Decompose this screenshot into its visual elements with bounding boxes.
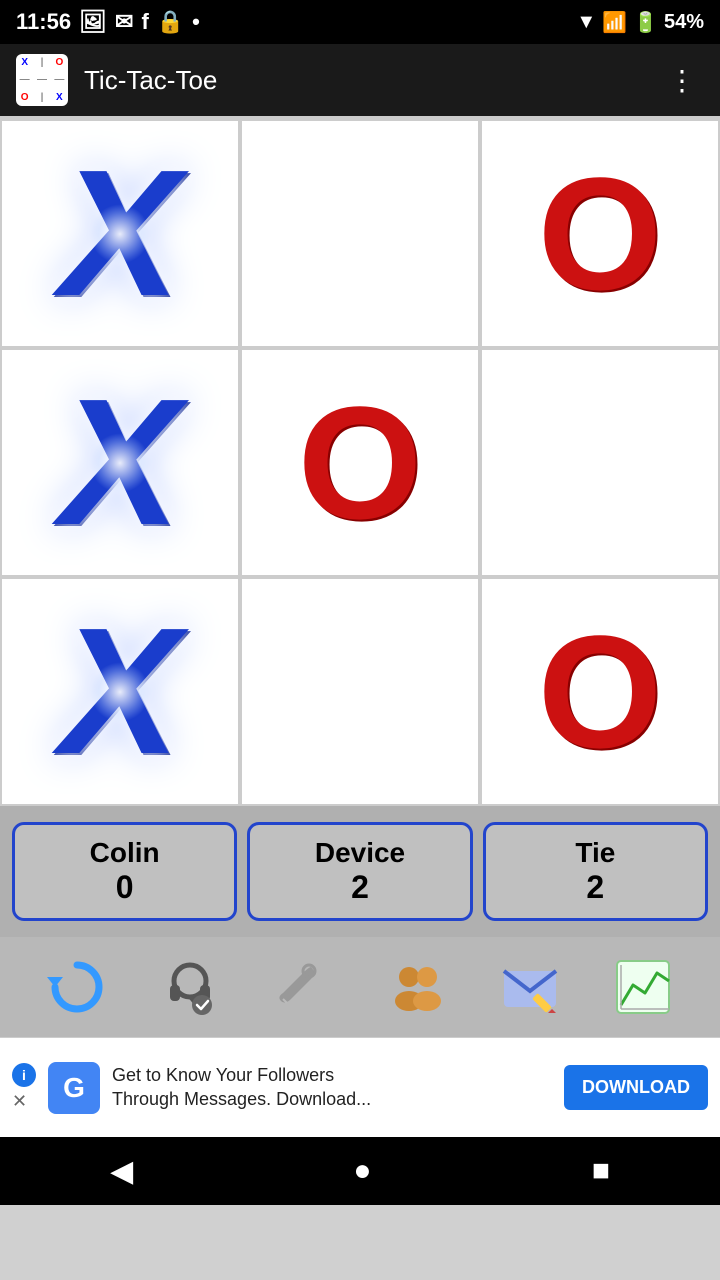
cell-r2c1[interactable] — [240, 577, 480, 806]
icon-pipe1: | — [33, 54, 50, 71]
facebook-icon: f — [141, 9, 148, 35]
chart-button[interactable] — [607, 951, 679, 1023]
home-button[interactable]: ● — [329, 1146, 395, 1196]
status-bar: 11:56 🖼 ✉ f 🔒 • ▼ 📶 🔋 54% — [0, 0, 720, 44]
nav-bar: ◀ ● ■ — [0, 1137, 720, 1205]
refresh-button[interactable] — [41, 951, 113, 1023]
wifi-icon: ▼ — [576, 11, 596, 34]
dot-icon: • — [192, 9, 200, 35]
ad-logo: G — [48, 1062, 100, 1114]
x-mark: X — [60, 373, 180, 553]
icon-x2: X — [51, 89, 68, 106]
score-card-colin: Colin 0 — [12, 822, 237, 921]
game-board: X O X O X O — [0, 116, 720, 806]
o-mark: O — [538, 154, 662, 314]
score-value-tie: 2 — [586, 869, 604, 906]
cell-r0c1[interactable] — [240, 119, 480, 348]
icon-o1: O — [51, 54, 68, 71]
ad-info-button[interactable]: i — [12, 1063, 36, 1087]
signal-icon: 📶 — [602, 10, 627, 35]
status-right: ▼ 📶 🔋 54% — [576, 10, 704, 35]
cell-r1c1[interactable]: O — [240, 348, 480, 577]
score-section: Colin 0 Device 2 Tie 2 — [0, 806, 720, 937]
ad-close-button[interactable]: ✕ — [12, 1091, 27, 1112]
battery-percent: 54% — [664, 11, 704, 34]
cell-r2c2[interactable]: O — [480, 577, 720, 806]
app-bar: X | O — — — O | X Tic-Tac-Toe ⋮ — [0, 44, 720, 116]
lock-icon: 🔒 — [157, 9, 184, 35]
score-name-device: Device — [315, 837, 405, 869]
score-name-colin: Colin — [90, 837, 160, 869]
score-value-device: 2 — [351, 869, 369, 906]
icon-o2: O — [16, 89, 33, 106]
o-mark: O — [538, 612, 662, 772]
status-left: 11:56 🖼 ✉ f 🔒 • — [16, 9, 200, 35]
icon-dash3: — — [51, 71, 68, 88]
score-name-tie: Tie — [575, 837, 615, 869]
menu-button[interactable]: ⋮ — [660, 56, 704, 105]
ad-download-button[interactable]: DOWNLOAD — [564, 1065, 708, 1110]
gmail-icon: ✉ — [115, 9, 133, 35]
settings-button[interactable] — [267, 951, 339, 1023]
app-icon: X | O — — — O | X — [16, 54, 68, 106]
score-card-device: Device 2 — [247, 822, 472, 921]
x-mark: X — [60, 602, 180, 782]
icon-dash2: — — [33, 71, 50, 88]
back-button[interactable]: ◀ — [86, 1146, 157, 1197]
cell-r1c2[interactable] — [480, 348, 720, 577]
mail-button[interactable] — [494, 951, 566, 1023]
score-card-tie: Tie 2 — [483, 822, 708, 921]
ad-body: Through Messages. Download... — [112, 1089, 371, 1109]
notification-icon: 🖼 — [79, 9, 107, 35]
o-mark: O — [298, 383, 422, 543]
bottom-toolbar — [0, 937, 720, 1037]
icon-x1: X — [16, 54, 33, 71]
x-mark: X — [60, 144, 180, 324]
cell-r0c0[interactable]: X — [0, 119, 240, 348]
time: 11:56 — [16, 9, 71, 35]
cell-r2c0[interactable]: X — [0, 577, 240, 806]
cell-r0c2[interactable]: O — [480, 119, 720, 348]
icon-dash1: — — [16, 71, 33, 88]
recents-button[interactable]: ■ — [568, 1146, 634, 1196]
headset-button[interactable] — [154, 951, 226, 1023]
players-button[interactable] — [381, 951, 453, 1023]
cell-r1c0[interactable]: X — [0, 348, 240, 577]
battery-icon: 🔋 — [633, 10, 658, 35]
score-value-colin: 0 — [116, 869, 134, 906]
ad-text: Get to Know Your Followers Through Messa… — [112, 1064, 552, 1111]
icon-pipe2: | — [33, 89, 50, 106]
ad-banner: i ✕ G Get to Know Your Followers Through… — [0, 1037, 720, 1137]
app-title: Tic-Tac-Toe — [84, 65, 660, 96]
ad-headline: Get to Know Your Followers — [112, 1065, 334, 1085]
